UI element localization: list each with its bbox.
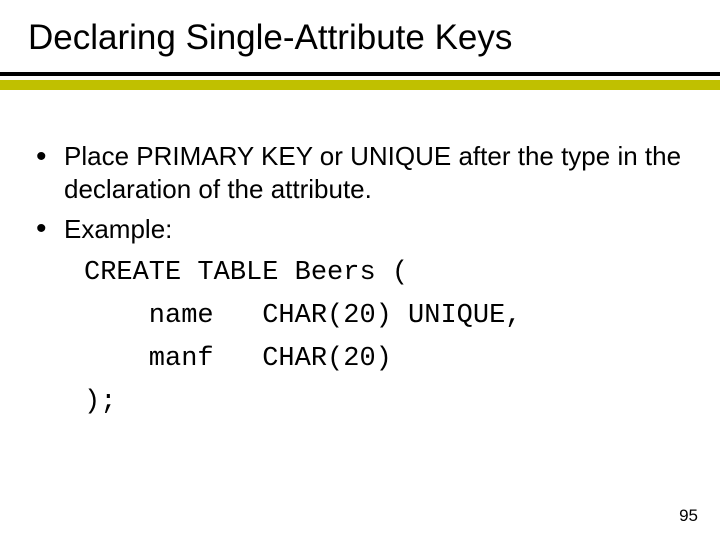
bullet-text-1: Place PRIMARY KEY or UNIQUE after the ty… xyxy=(64,141,681,204)
code-line-2: name CHAR(20) UNIQUE, xyxy=(84,301,521,331)
title-rule xyxy=(0,72,720,92)
bullet-list: • Place PRIMARY KEY or UNIQUE after the … xyxy=(28,140,692,425)
bullet-item-1: • Place PRIMARY KEY or UNIQUE after the … xyxy=(64,140,692,207)
bullet-item-2: • Example: xyxy=(64,213,692,246)
code-line-4: ); xyxy=(84,387,116,417)
slide-title: Declaring Single-Attribute Keys xyxy=(28,18,692,58)
slide: Declaring Single-Attribute Keys • Place … xyxy=(0,0,720,540)
code-block: CREATE TABLE Beers ( name CHAR(20) UNIQU… xyxy=(84,252,692,425)
bullet-dot-icon: • xyxy=(36,142,47,172)
code-line-1: CREATE TABLE Beers ( xyxy=(84,258,408,288)
rule-black xyxy=(0,72,720,76)
code-line-3: manf CHAR(20) xyxy=(84,344,392,374)
bullet-text-2: Example: xyxy=(64,214,172,244)
rule-yellow xyxy=(0,80,720,90)
page-number: 95 xyxy=(679,506,698,526)
bullet-dot-icon: • xyxy=(36,214,47,244)
